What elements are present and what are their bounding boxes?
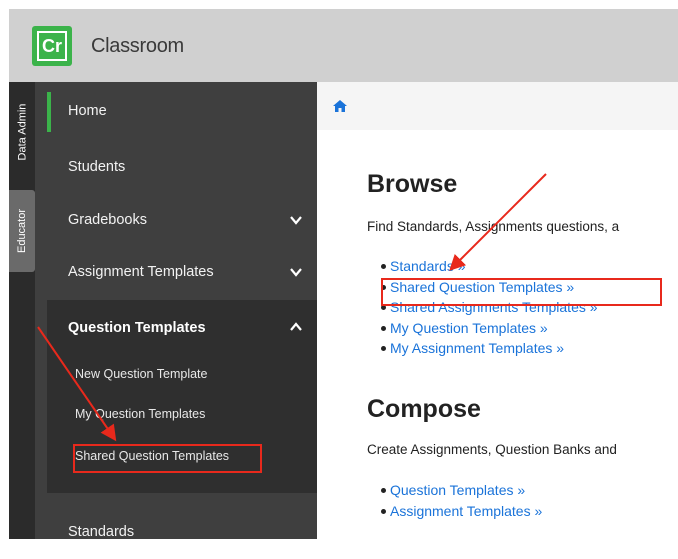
chevron-down-icon[interactable] bbox=[289, 213, 303, 227]
list-item: My Assignment Templates » bbox=[381, 338, 598, 359]
active-indicator bbox=[47, 92, 51, 132]
link-assignment-templates[interactable]: Assignment Templates » bbox=[390, 503, 542, 519]
submenu-item-my-question-templates[interactable]: My Question Templates bbox=[75, 407, 205, 421]
sidebar-item-label: Students bbox=[68, 159, 126, 175]
link-question-templates[interactable]: Question Templates » bbox=[390, 482, 525, 498]
list-item: My Question Templates » bbox=[381, 318, 598, 339]
chevron-up-icon[interactable] bbox=[289, 320, 303, 334]
app-logo[interactable]: Cr bbox=[32, 26, 72, 66]
browse-description: Find Standards, Assignments questions, a bbox=[367, 219, 620, 234]
sidebar-item-label: Assignment Templates bbox=[68, 264, 214, 280]
app-header: Cr Classroom bbox=[9, 9, 678, 82]
chevron-down-icon[interactable] bbox=[289, 265, 303, 279]
sidebar-item-gradebooks[interactable]: Gradebooks bbox=[35, 195, 317, 247]
compose-heading: Compose bbox=[367, 395, 481, 423]
highlight-box-shared-question-templates-menu bbox=[73, 444, 262, 473]
home-icon[interactable] bbox=[333, 100, 347, 112]
link-my-assignment-templates[interactable]: My Assignment Templates » bbox=[390, 340, 564, 356]
sidebar-item-label: Home bbox=[68, 103, 107, 119]
highlight-box-shared-question-templates-link bbox=[381, 278, 662, 306]
sidebar-item-question-templates[interactable]: Question Templates bbox=[68, 320, 206, 336]
compose-description: Create Assignments, Question Banks and bbox=[367, 442, 617, 457]
sidebar-item-standards[interactable]: Standards bbox=[35, 507, 317, 559]
rail-tab-data-admin[interactable]: Data Admin bbox=[9, 82, 35, 182]
rail-tab-label: Educator bbox=[16, 208, 28, 254]
rail-tab-label: Data Admin bbox=[16, 103, 28, 161]
sidebar-item-students[interactable]: Students bbox=[35, 142, 317, 194]
left-edge bbox=[0, 0, 9, 539]
list-item: Assignment Templates » bbox=[380, 501, 542, 522]
list-item: Standards » bbox=[381, 256, 598, 277]
link-my-question-templates[interactable]: My Question Templates » bbox=[390, 320, 548, 336]
list-item: Question Templates » bbox=[380, 480, 542, 501]
logo-mark: Cr bbox=[37, 31, 67, 61]
breadcrumb bbox=[317, 82, 678, 130]
app-title: Classroom bbox=[91, 35, 184, 57]
browse-heading: Browse bbox=[367, 170, 458, 198]
compose-link-list: Question Templates » Assignment Template… bbox=[380, 480, 542, 522]
sidebar-item-home[interactable]: Home bbox=[35, 86, 317, 138]
sidebar-item-assignment-templates[interactable]: Assignment Templates bbox=[35, 247, 317, 299]
link-standards[interactable]: Standards » bbox=[390, 258, 466, 274]
sidebar-item-label: Gradebooks bbox=[68, 212, 147, 228]
rail-tab-educator[interactable]: Educator bbox=[9, 190, 35, 272]
browse-link-list: Standards » Shared Question Templates » … bbox=[381, 256, 598, 359]
sidebar-item-label: Standards bbox=[68, 524, 135, 540]
role-rail: Data Admin Educator bbox=[9, 82, 35, 539]
submenu-item-new-question-template[interactable]: New Question Template bbox=[75, 367, 207, 381]
